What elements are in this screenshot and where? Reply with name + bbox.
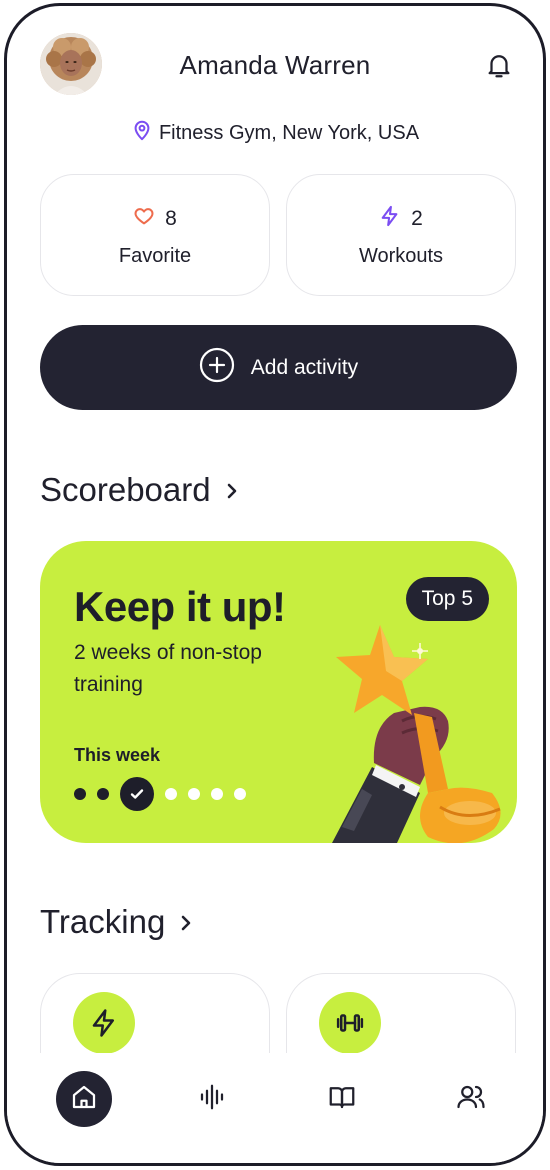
trophy-illustration: [332, 625, 501, 843]
scoreboard-title: Scoreboard: [40, 471, 211, 508]
chevron-right-icon: [225, 471, 239, 509]
home-icon: [69, 1082, 99, 1117]
scoreboard-card[interactable]: Keep it up! 2 weeks of non-stop training…: [40, 541, 517, 843]
favorite-card[interactable]: 8 Favorite: [40, 174, 270, 296]
lightning-icon: [379, 205, 401, 233]
nav-community[interactable]: [443, 1071, 499, 1127]
tracking-heading[interactable]: Tracking: [40, 903, 193, 941]
workouts-card[interactable]: 2 Workouts: [286, 174, 516, 296]
workouts-label: Workouts: [358, 245, 444, 267]
plus-circle-icon: [199, 347, 235, 389]
location-text: Fitness Gym, New York, USA: [158, 121, 420, 144]
phone-frame: Amanda Warren Fitness Gym, New York, USA…: [4, 3, 546, 1166]
activity-waveform-icon: [197, 1082, 227, 1117]
bell-icon[interactable]: [484, 49, 514, 81]
week-label: This week: [74, 745, 161, 765]
day-dot-upcoming: [234, 788, 246, 800]
dumbbell-icon: [319, 992, 381, 1054]
tracking-title: Tracking: [40, 903, 166, 940]
workouts-count: 2: [411, 207, 423, 230]
day-dot-completed: [97, 788, 109, 800]
users-icon: [456, 1082, 486, 1117]
day-dot-upcoming: [188, 788, 200, 800]
check-icon: [130, 789, 144, 799]
scoreboard-subtitle: 2 weeks of non-stop training: [74, 641, 262, 696]
map-pin-icon: [131, 118, 153, 148]
day-dot-upcoming: [211, 788, 223, 800]
add-activity-label: Add activity: [250, 355, 359, 379]
page-title: Amanda Warren: [179, 50, 371, 80]
nav-home[interactable]: [56, 1071, 112, 1127]
favorite-count: 8: [165, 207, 177, 230]
nav-library[interactable]: [314, 1071, 370, 1127]
lightning-icon: [73, 992, 135, 1054]
nav-activity[interactable]: [184, 1071, 240, 1127]
add-activity-button[interactable]: Add activity: [40, 325, 517, 410]
day-dot-today: [120, 777, 154, 811]
rank-badge: Top 5: [405, 577, 489, 621]
heart-icon: [133, 205, 155, 233]
day-dot-upcoming: [165, 788, 177, 800]
chevron-right-icon: [179, 903, 193, 941]
bottom-nav: [7, 1053, 543, 1163]
week-progress: [74, 777, 246, 811]
day-dot-completed: [74, 788, 86, 800]
location[interactable]: Fitness Gym, New York, USA: [7, 118, 543, 148]
favorite-label: Favorite: [118, 245, 192, 267]
scoreboard-headline: Keep it up!: [74, 583, 286, 630]
book-icon: [327, 1082, 357, 1117]
scoreboard-heading[interactable]: Scoreboard: [40, 471, 239, 509]
